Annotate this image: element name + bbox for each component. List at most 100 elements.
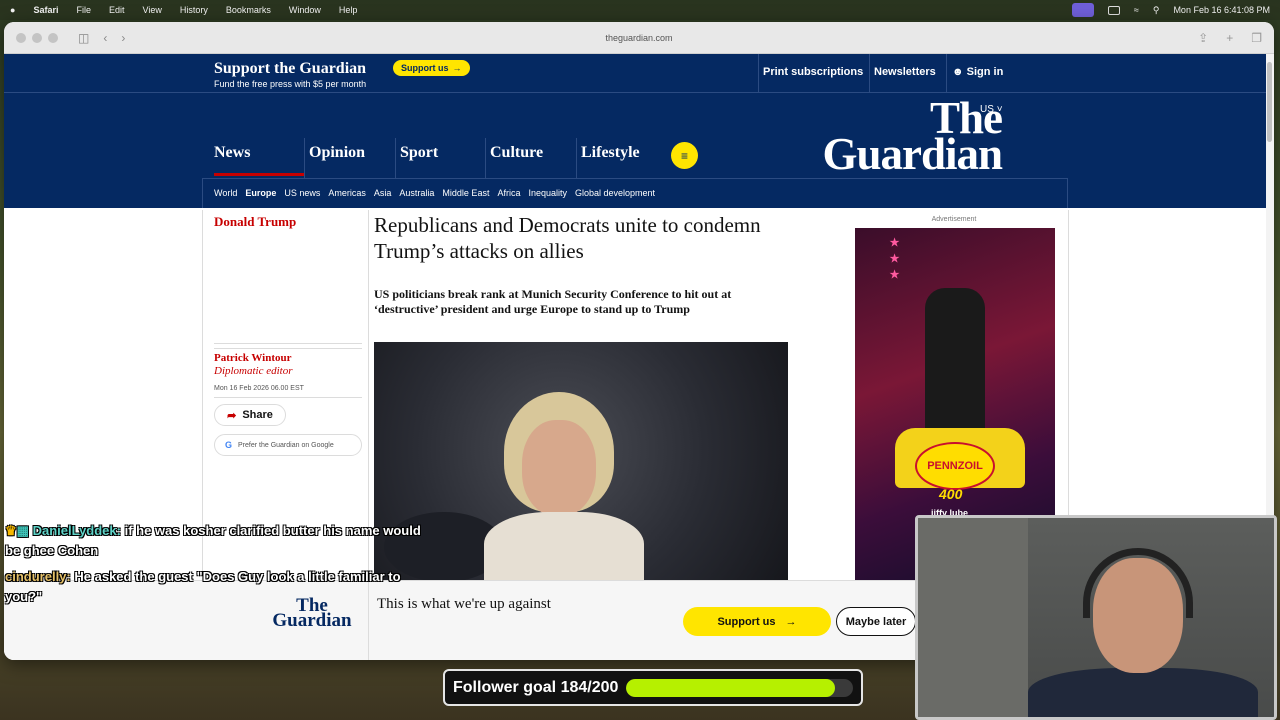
subnav-global-development[interactable]: Global development [575,188,655,198]
share-label: Share [242,409,273,421]
new-tab-icon[interactable]: + [1226,31,1233,45]
chat-username: cindurelly: [5,569,71,584]
divider [395,138,396,178]
subnav-australia[interactable]: Australia [399,188,434,198]
menu-history[interactable]: History [180,5,208,15]
crown-badge-icon: ♛ [5,523,17,538]
menu-bar: ● Safari File Edit View History Bookmark… [0,0,1280,20]
subnav-inequality[interactable]: Inequality [528,188,567,198]
zoom-window-button[interactable] [48,32,58,43]
sidebar-icon[interactable]: ◫ [78,31,89,45]
maybe-later-button[interactable]: Maybe later [836,607,916,636]
pillar-opinion[interactable]: Opinion [309,144,365,162]
close-window-button[interactable] [16,32,26,43]
ad-race-number: 400 [939,486,963,502]
article-photo[interactable] [374,342,788,580]
webcam-wall [918,518,1028,717]
tab-overview-icon[interactable]: ❐ [1251,31,1262,45]
google-icon: G [225,440,233,450]
user-icon: ☻ [952,66,964,78]
header-rule [4,92,1266,93]
divider [485,138,486,178]
menu-safari[interactable]: Safari [33,5,58,15]
print-subscriptions-link[interactable]: Print subscriptions [763,66,863,78]
divider [304,138,305,178]
chat-username: DanielLyddek: [32,523,121,538]
subnav-asia[interactable]: Asia [374,188,392,198]
ad-label: Advertisement [931,216,977,223]
sign-in-label: Sign in [966,66,1004,78]
banner-support-label: Support us [717,615,776,628]
guardian-logo[interactable]: The Guardian [784,96,1003,179]
menu-window[interactable]: Window [289,5,321,15]
subnav-europe[interactable]: Europe [245,188,276,198]
article-kicker[interactable]: Donald Trump [214,214,296,230]
share-icon[interactable]: ⇪ [1198,31,1208,45]
follower-goal-track [626,678,853,697]
battery-icon[interactable] [1107,5,1120,15]
banner-logo-line-2: Guardian [272,610,352,631]
chat-message: cindurelly: He asked the guest "Does Guy… [5,567,425,607]
menu-view[interactable]: View [142,5,161,15]
subnav: World Europe US news Americas Asia Austr… [214,188,655,198]
subnav-middle-east[interactable]: Middle East [442,188,489,198]
ad-brand-logo: PENNZOIL [915,442,995,490]
subnav-americas[interactable]: Americas [328,188,366,198]
minimize-window-button[interactable] [32,32,42,43]
photo-subject-body [484,512,644,580]
ad-driver-figure [925,288,985,438]
clock[interactable]: Mon Feb 16 6:41:08 PM [1173,5,1270,15]
author-role: Diplomatic editor [214,365,293,377]
support-us-label: Support us [401,63,449,73]
subscriber-badge-icon: ▦ [16,523,29,538]
share-button[interactable]: ➦ Share [214,404,286,426]
support-us-button[interactable]: Support us → [393,60,470,76]
pillar-sport[interactable]: Sport [400,144,438,162]
subnav-world[interactable]: World [214,188,237,198]
pillar-news[interactable]: News [214,144,250,162]
browser-toolbar: ◫ ‹ › theguardian.com ⇪ + ❐ [4,22,1274,54]
wifi-icon[interactable]: ≈ [1134,5,1139,15]
menu-edit[interactable]: Edit [109,5,125,15]
menu-help[interactable]: Help [339,5,358,15]
prefer-on-google-button[interactable]: G Prefer the Guardian on Google [214,434,362,456]
divider [869,54,870,92]
active-pillar-indicator [214,173,304,176]
screen-record-icon[interactable] [1071,3,1094,17]
arrow-right-icon: → [785,615,797,628]
sign-in-link[interactable]: ☻ Sign in [952,66,1003,78]
article-headline: Republicans and Democrats unite to conde… [374,213,761,263]
forward-icon[interactable]: › [121,31,125,45]
address-bar[interactable]: theguardian.com [605,33,672,43]
arrow-right-icon: → [452,63,462,73]
follower-goal-widget: Follower goal 184/200 [443,669,863,706]
follower-goal-label: Follower goal 184/200 [453,678,619,696]
scrollbar-thumb[interactable] [1267,62,1272,142]
follower-goal-fill [626,678,835,697]
meta-rule [214,397,362,398]
pillar-culture[interactable]: Culture [490,144,543,162]
streamer-shirt [1028,668,1258,717]
banner-support-button[interactable]: Support us → [683,607,831,636]
apple-menu-icon[interactable]: ● [10,5,15,15]
menu-file[interactable]: File [76,5,91,15]
menu-icon[interactable]: ≡ [671,142,698,169]
pillar-lifestyle[interactable]: Lifestyle [581,144,640,162]
menu-bookmarks[interactable]: Bookmarks [226,5,271,15]
newsletters-link[interactable]: Newsletters [874,66,936,78]
byline-rule [214,343,362,349]
support-subtitle: Fund the free press with $5 per month [214,79,367,89]
search-icon[interactable]: ⚲ [1153,5,1160,16]
subnav-us-news[interactable]: US news [284,188,320,198]
subnav-africa[interactable]: Africa [497,188,520,198]
logo-line-2: Guardian [822,129,1003,179]
back-icon[interactable]: ‹ [103,31,107,45]
article-dateline: Mon 16 Feb 2026 06.00 EST [214,385,304,392]
share-icon: ➦ [227,409,237,422]
photo-subject-face [522,420,596,516]
divider [946,54,947,92]
site-header: Support the Guardian Fund the free press… [4,54,1266,208]
author-name[interactable]: Patrick Wintour [214,352,292,364]
ad-neon-decoration: ★ ★ ★ [888,236,900,282]
chat-message: ♛▦ DanielLyddek: if he was kosher clarif… [5,521,425,561]
